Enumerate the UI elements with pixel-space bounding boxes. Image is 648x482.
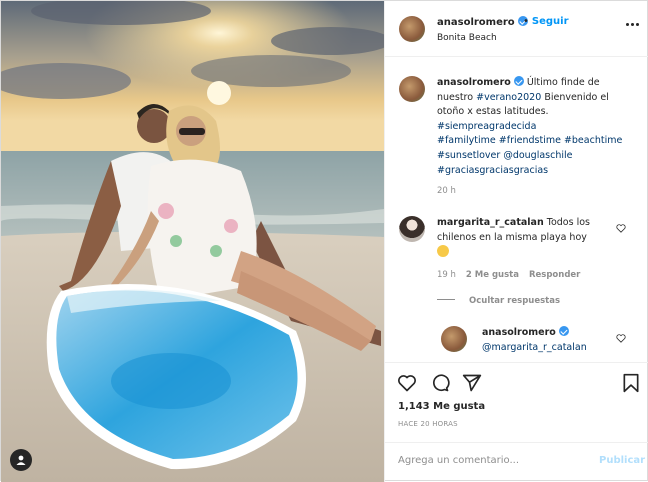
verified-icon <box>558 326 569 336</box>
hashtag-link[interactable]: #sunsetlover @douglaschile <box>437 150 573 161</box>
bookmark-icon[interactable] <box>621 373 641 393</box>
more-options-icon[interactable] <box>626 23 640 27</box>
reply-text: anasolromero @margarita_r_catalan <box>482 326 632 355</box>
comment-meta: 19 h2 Me gusta Responder <box>437 270 581 280</box>
verified-icon <box>513 76 524 86</box>
share-icon[interactable] <box>462 373 482 393</box>
smile-emoji <box>437 245 449 258</box>
comment-composer: Agrega un comentario... Publicar <box>385 442 648 482</box>
follow-button[interactable]: • Seguir <box>523 16 569 27</box>
user-tag-icon[interactable] <box>10 449 32 471</box>
comment-input[interactable]: Agrega un comentario... <box>398 455 519 466</box>
post-timestamp: HACE 20 HORAS <box>398 420 458 428</box>
location-link[interactable]: Bonita Beach <box>437 33 497 43</box>
reply-username[interactable]: anasolromero <box>482 327 556 338</box>
likes-count[interactable]: 1,143 Me gusta <box>398 401 485 412</box>
comments-list: anasolromero Último finde de nuestro #ve… <box>385 58 648 362</box>
avatar[interactable] <box>399 216 425 242</box>
post-header: anasolromero • Seguir Bonita Beach <box>385 1 648 57</box>
post-side-panel: anasolromero • Seguir Bonita Beach anasol… <box>384 1 648 482</box>
hide-replies-button[interactable]: Ocultar respuestas <box>437 296 570 306</box>
hashtag-link[interactable]: #familytime #friendstime #beachtime <box>437 135 622 146</box>
action-bar: 1,143 Me gusta HACE 20 HORAS <box>385 362 648 442</box>
caption-text: anasolromero Último finde de nuestro #ve… <box>437 76 623 176</box>
comment-icon[interactable] <box>430 373 450 393</box>
post-modal: anasolromero • Seguir Bonita Beach anasol… <box>0 0 648 482</box>
avatar[interactable] <box>399 76 425 102</box>
mention-link[interactable]: @margarita_r_catalan <box>482 342 587 353</box>
heart-icon[interactable] <box>616 334 626 343</box>
beach-sunset-image <box>1 1 384 482</box>
comment-likes[interactable]: 2 Me gusta <box>466 270 519 280</box>
comment-text: margarita_r_catalan Todos los chilenos e… <box>437 216 617 261</box>
hashtag-link[interactable]: #verano2020 <box>476 92 541 103</box>
hashtag-link[interactable]: #siempreagradecida <box>437 121 536 132</box>
hashtag-link[interactable]: #graciasgraciasgracias <box>437 165 548 176</box>
avatar[interactable] <box>441 326 467 352</box>
post-username[interactable]: anasolromero <box>437 17 515 28</box>
publish-button[interactable]: Publicar <box>599 455 645 466</box>
caption-username[interactable]: anasolromero <box>437 77 511 88</box>
comment-username[interactable]: margarita_r_catalan <box>437 217 544 228</box>
post-photo[interactable] <box>1 1 384 482</box>
reply-button[interactable]: Responder <box>529 270 580 280</box>
avatar[interactable] <box>399 16 425 42</box>
caption-age: 20 h <box>437 186 456 196</box>
heart-icon[interactable] <box>397 373 417 393</box>
heart-icon[interactable] <box>616 224 626 233</box>
